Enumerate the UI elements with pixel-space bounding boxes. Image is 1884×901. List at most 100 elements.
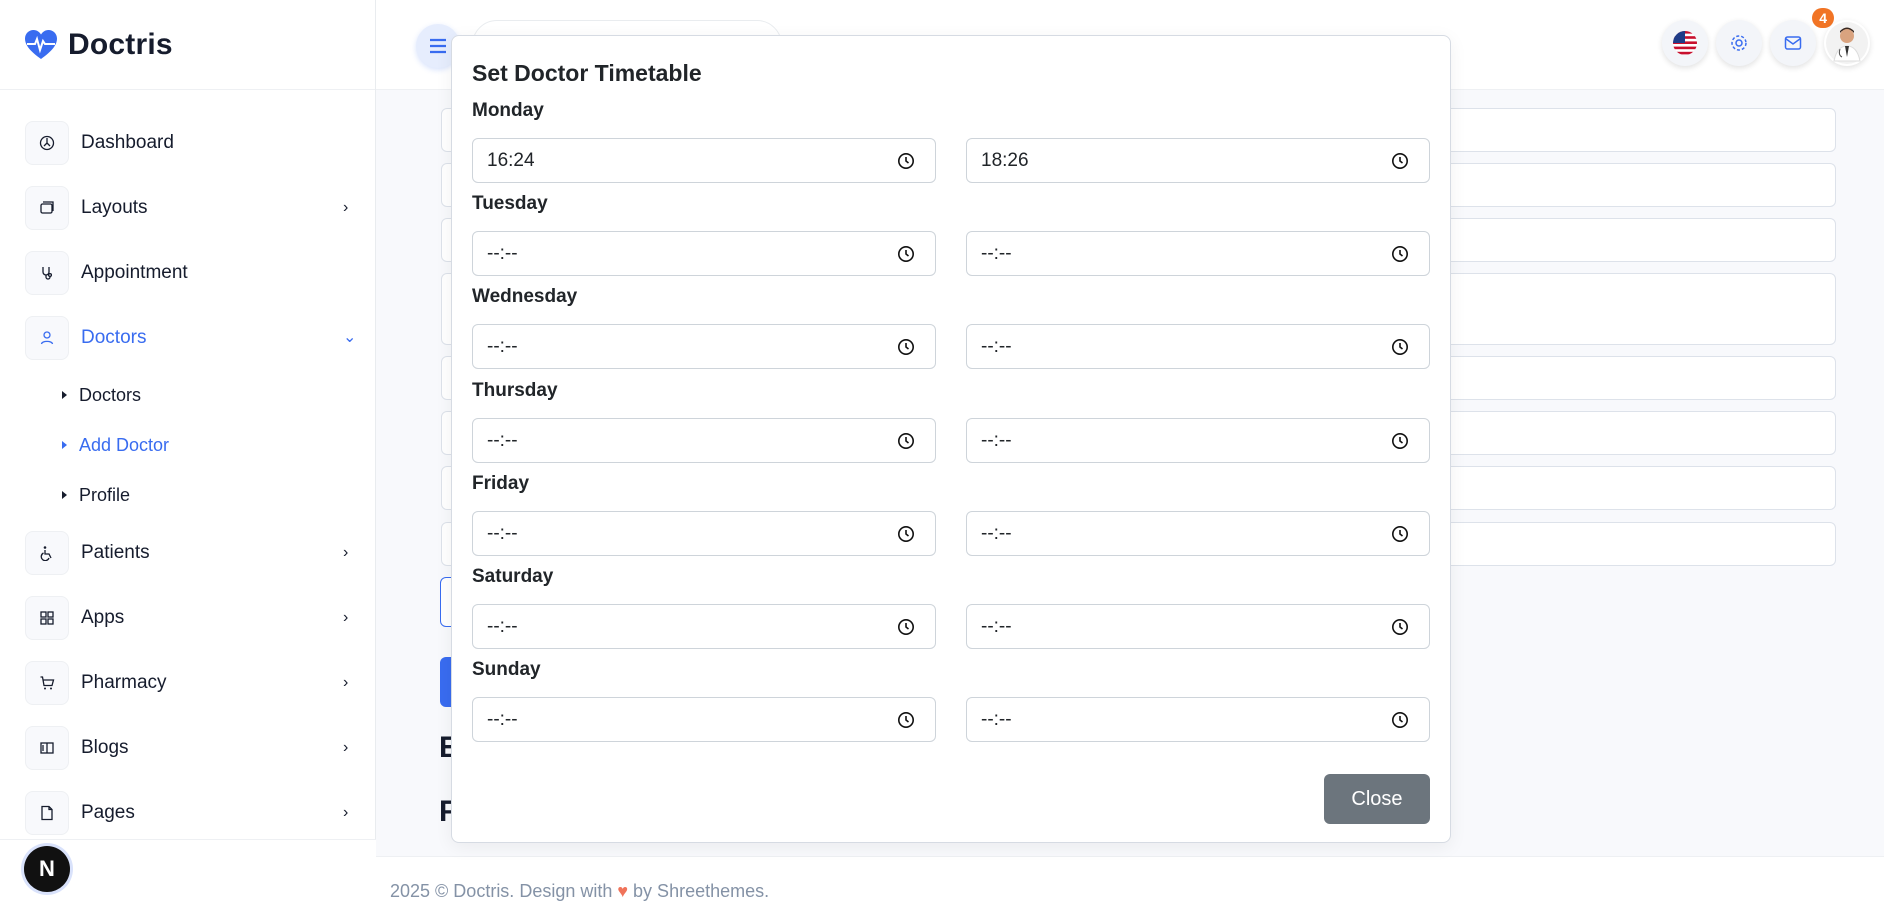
sidebar-item-label: Patients: [81, 541, 150, 563]
avatar[interactable]: [1824, 20, 1870, 66]
brand[interactable]: Doctris: [0, 0, 375, 90]
sidebar-item-label: Pharmacy: [81, 671, 167, 693]
clock-icon[interactable]: [897, 245, 915, 263]
tuesday-end-time-input[interactable]: --:--: [966, 231, 1430, 276]
clock-icon[interactable]: [897, 338, 915, 356]
clock-icon[interactable]: [1391, 245, 1409, 263]
clock-icon[interactable]: [897, 711, 915, 729]
clock-icon[interactable]: [1391, 525, 1409, 543]
saturday-end-time-input[interactable]: --:--: [966, 604, 1430, 649]
sidebar-item-label: Dashboard: [81, 131, 174, 153]
clock-icon[interactable]: [897, 525, 915, 543]
time-value: --:--: [981, 615, 1012, 637]
time-value: 18:26: [981, 149, 1029, 171]
chevron-right-icon: ›: [343, 738, 349, 756]
friday-end-time-input[interactable]: --:--: [966, 511, 1430, 556]
sidebar-item-patients[interactable]: Patients ›: [0, 520, 375, 585]
sidebar-item-label: Layouts: [81, 196, 148, 218]
messages-button[interactable]: 4: [1770, 8, 1834, 66]
clock-icon[interactable]: [1391, 711, 1409, 729]
sidebar-item-label: Pages: [81, 801, 135, 823]
tuesday-start-time-input[interactable]: --:--: [472, 231, 936, 276]
thursday-start-time-input[interactable]: --:--: [472, 418, 936, 463]
chevron-right-icon: ›: [343, 673, 349, 691]
submenu-label: Add Doctor: [79, 434, 170, 455]
dashboard-icon: [25, 120, 69, 165]
thursday-end-time-input[interactable]: --:--: [966, 418, 1430, 463]
time-value: --:--: [981, 708, 1012, 730]
book-icon: [25, 725, 69, 770]
wheelchair-icon: [25, 530, 69, 575]
sidebar-item-blogs[interactable]: Blogs ›: [0, 715, 375, 780]
chevron-down-icon: ⌄: [343, 328, 357, 346]
wednesday-end-time-input[interactable]: --:--: [966, 324, 1430, 369]
footer-text: 2025 © Doctris. Design with ♥ by Shreeth…: [390, 881, 769, 901]
time-value: --:--: [981, 242, 1012, 264]
cart-icon: [25, 660, 69, 705]
clock-icon[interactable]: [897, 432, 915, 450]
sunday-start-time-input[interactable]: --:--: [472, 697, 936, 742]
sidebar-item-apps[interactable]: Apps ›: [0, 585, 375, 650]
clock-icon[interactable]: [897, 152, 915, 170]
time-value: --:--: [487, 522, 518, 544]
sidebar-item-layouts[interactable]: Layouts ›: [0, 175, 375, 240]
chevron-right-icon: ›: [343, 543, 349, 561]
sidebar-item-label: Apps: [81, 606, 125, 628]
sunday-end-time-input[interactable]: --:--: [966, 697, 1430, 742]
doctors-submenu: Doctors Add Doctor Profile: [0, 370, 375, 520]
friday-start-time-input[interactable]: --:--: [472, 511, 936, 556]
clock-icon[interactable]: [1391, 432, 1409, 450]
sidebar-item-label: Blogs: [81, 736, 129, 758]
gear-icon: [1731, 35, 1747, 51]
day-label-thursday: Thursday: [472, 380, 558, 401]
submenu-item-profile[interactable]: Profile: [62, 470, 375, 520]
close-button[interactable]: Close: [1324, 774, 1430, 824]
hamburger-icon: [430, 38, 446, 54]
submenu-item-add-doctor[interactable]: Add Doctor: [62, 420, 375, 470]
doctor-avatar-icon: [1826, 22, 1868, 64]
chevron-right-icon: ›: [343, 803, 349, 821]
sidebar-footer: N: [0, 839, 376, 901]
time-value: --:--: [981, 522, 1012, 544]
time-value: --:--: [487, 335, 518, 357]
clock-icon[interactable]: [1391, 618, 1409, 636]
clock-icon[interactable]: [1391, 152, 1409, 170]
time-value: 16:24: [487, 149, 535, 171]
day-label-tuesday: Tuesday: [472, 193, 548, 214]
time-value: --:--: [981, 335, 1012, 357]
sidebar-item-appointment[interactable]: Appointment: [0, 240, 375, 305]
time-value: --:--: [487, 429, 518, 451]
day-label-saturday: Saturday: [472, 566, 554, 587]
clock-icon[interactable]: [897, 618, 915, 636]
footer-suffix: by Shreethemes.: [628, 881, 770, 901]
sidebar-item-label: Appointment: [81, 261, 188, 283]
stethoscope-icon: [25, 250, 69, 295]
submenu-label: Profile: [79, 484, 131, 505]
sidebar: Doctris Dashboard Layouts › Appointment: [0, 0, 376, 901]
submenu-item-doctors[interactable]: Doctors: [62, 370, 375, 420]
footer-prefix: 2025 © Doctris. Design with: [390, 881, 618, 901]
heart-icon: ♥: [617, 881, 629, 901]
nextjs-badge[interactable]: N: [24, 846, 70, 892]
submenu-label: Doctors: [79, 384, 142, 405]
day-label-sunday: Sunday: [472, 659, 541, 680]
saturday-start-time-input[interactable]: --:--: [472, 604, 936, 649]
apps-icon: [25, 595, 69, 640]
caret-right-icon: [62, 391, 67, 399]
clock-icon[interactable]: [1391, 338, 1409, 356]
mail-icon: [1784, 36, 1802, 50]
time-value: --:--: [487, 708, 518, 730]
wednesday-start-time-input[interactable]: --:--: [472, 324, 936, 369]
sidebar-item-pages[interactable]: Pages ›: [0, 780, 375, 845]
layouts-icon: [25, 185, 69, 230]
sidebar-menu: Dashboard Layouts › Appointment Doctors …: [0, 90, 375, 845]
settings-button[interactable]: [1716, 20, 1762, 66]
monday-end-time-input[interactable]: 18:26: [966, 138, 1430, 183]
language-button[interactable]: [1662, 20, 1708, 66]
sidebar-item-dashboard[interactable]: Dashboard: [0, 110, 375, 175]
monday-start-time-input[interactable]: 16:24: [472, 138, 936, 183]
timetable-modal: Set Doctor Timetable Monday 16:24 18:26 Tue…: [451, 35, 1451, 843]
heart-pulse-logo-icon: [25, 29, 57, 59]
sidebar-item-pharmacy[interactable]: Pharmacy ›: [0, 650, 375, 715]
sidebar-item-doctors[interactable]: Doctors ⌄: [0, 305, 375, 370]
